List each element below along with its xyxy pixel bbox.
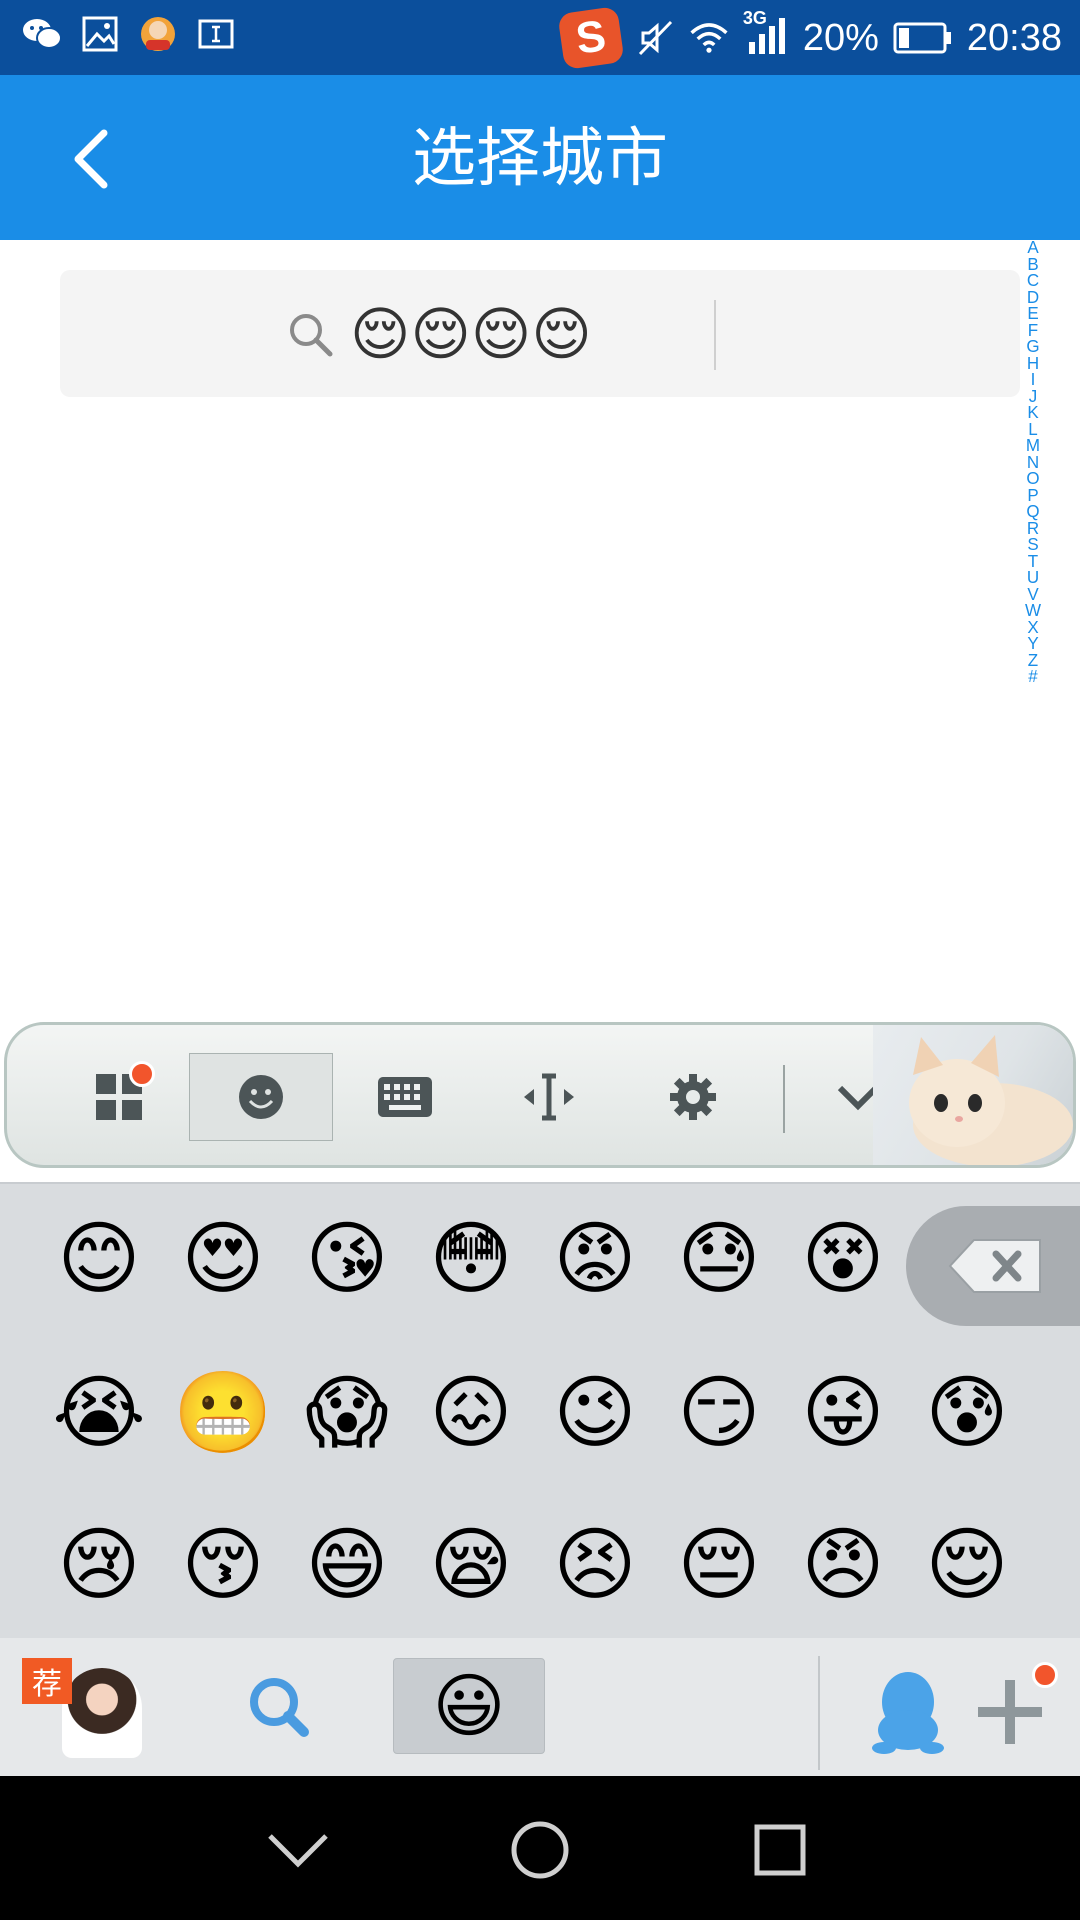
nav-home-button[interactable] [500,1810,580,1890]
emoji-tab-button[interactable] [189,1053,333,1141]
search-icon [290,314,333,357]
emoji-category-icon: 😃 [432,1665,506,1747]
wechat-icon [22,14,62,54]
notification-dot [129,1061,155,1087]
keyboard-button[interactable] [333,1053,477,1141]
page-title: 选择城市 [412,122,668,196]
emoji-key[interactable]: 😌 [912,1510,1022,1620]
backspace-icon [948,1239,1041,1293]
emoji-key[interactable]: 😡 [540,1204,650,1314]
emoji-key[interactable]: 😵 [788,1204,898,1314]
emoji-key[interactable]: 😜 [788,1358,898,1468]
ime-toolbar [4,1022,1076,1168]
toolbar-divider [783,1065,785,1133]
emoji-key[interactable]: 😰 [912,1358,1022,1468]
settings-button[interactable] [621,1053,765,1141]
emoji-key[interactable]: 😄 [292,1510,402,1620]
battery-percent: 20% [802,16,879,59]
qq-button[interactable] [860,1662,956,1758]
nav-back-button[interactable] [258,1810,338,1890]
search-icon [250,1678,309,1737]
navigation-bar [0,1776,1080,1920]
bottom-divider [818,1656,820,1770]
clock: 20:38 [966,16,1062,59]
network-type: 3G [742,8,767,28]
emoji-key[interactable]: 😪 [416,1510,526,1620]
square-icon [754,1824,806,1876]
index-letter[interactable]: # [1028,668,1037,686]
emoji-category-button[interactable]: 😃 [393,1658,545,1754]
emoji-key[interactable]: 😍 [168,1204,278,1314]
recommend-button[interactable]: 荐 [22,1658,142,1758]
cursor-move-button[interactable] [477,1053,621,1141]
nav-recents-button[interactable] [740,1810,820,1890]
emoji-key[interactable]: 😠 [788,1510,898,1620]
emoji-panel: 😊 😍 😘 😳 😡 😓 😵 😭 😬 😱 😖 😉 😏 😜 😰 😢 😚 😄 😪 😣 😔 😠 😌 [0,1182,1080,1638]
emoji-key[interactable]: 😏 [664,1358,774,1468]
sogou-icon: S [557,6,625,70]
emoji-icon [239,1075,283,1119]
chevron-down-icon [268,1834,328,1868]
alphabet-index[interactable]: A B C D E F G H I J K L M N O P Q R S T U V W X Y Z # [1018,239,1048,700]
notification-icons [22,14,236,54]
emoji-key[interactable]: 😬 [168,1358,278,1468]
title-bar: 选择城市 [0,75,1080,240]
emoji-key[interactable]: 😓 [664,1204,774,1314]
system-icons: S 3G 20% 20:38 [557,6,1062,70]
emoji-key[interactable]: 😖 [416,1358,526,1468]
wifi-icon [689,18,729,58]
emoji-key[interactable]: 😉 [540,1358,650,1468]
recommend-badge: 荐 [22,1658,72,1704]
mute-icon [635,18,675,58]
search-box[interactable]: 😌😌😌😌 [60,270,1020,397]
keyboard-icon [378,1077,432,1117]
search-input[interactable]: 😌😌😌😌 [350,298,670,370]
emoji-key[interactable]: 😘 [292,1204,402,1314]
gear-icon [670,1074,716,1120]
cat-skin-image [873,1025,1073,1165]
apps-button[interactable] [47,1053,191,1141]
text-cursor [714,300,716,370]
cursor-move-icon [524,1073,574,1121]
emoji-key[interactable]: 😚 [168,1510,278,1620]
emoji-key[interactable]: 😳 [416,1204,526,1314]
delete-key[interactable] [906,1206,1080,1326]
signal-icon: 3G [743,8,789,60]
emoji-search-button[interactable] [240,1668,320,1748]
qq-icon [872,1672,944,1754]
emoji-key[interactable]: 😱 [292,1358,402,1468]
ime-bottom-bar: 荐 😃 [0,1638,1080,1776]
recommend-avatar [62,1668,142,1758]
battery-icon [893,18,953,58]
notification-dot [1032,1662,1058,1688]
game-icon [138,14,178,54]
input-icon [196,14,236,54]
emoji-key[interactable]: 😭 [44,1358,154,1468]
emoji-key[interactable]: 😔 [664,1510,774,1620]
emoji-key[interactable]: 😢 [44,1510,154,1620]
emoji-key[interactable]: 😊 [44,1204,154,1314]
emoji-key[interactable]: 😣 [540,1510,650,1620]
add-button[interactable] [970,1662,1070,1762]
gallery-icon [80,14,120,54]
circle-icon [511,1821,569,1879]
status-bar: S 3G 20% 20:38 [0,0,1080,75]
